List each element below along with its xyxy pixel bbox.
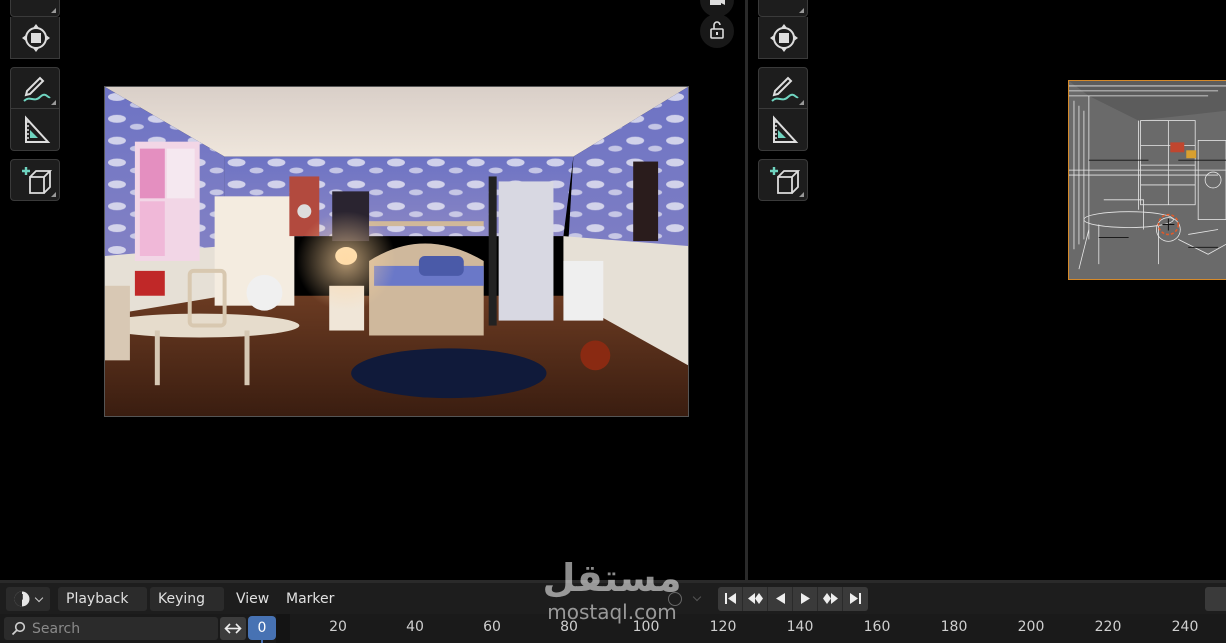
view-menu[interactable]: View — [228, 587, 277, 611]
jump-to-end-icon — [850, 593, 861, 604]
add-cube-icon — [22, 167, 52, 194]
search-field[interactable] — [4, 617, 218, 640]
jump-to-end-button[interactable] — [843, 587, 868, 611]
playback-menu-label: Playback — [66, 591, 129, 607]
playback-controls — [718, 587, 868, 611]
transform-pivot-icon — [22, 24, 50, 52]
timeline-options-button[interactable] — [1205, 587, 1226, 611]
transform-icon — [768, 0, 800, 11]
play-reverse-button[interactable] — [768, 587, 793, 611]
chevron-down-icon — [692, 592, 702, 602]
transform-tool-button[interactable] — [10, 0, 60, 17]
record-icon — [668, 592, 682, 606]
keying-menu[interactable]: Keying — [150, 587, 224, 627]
play-button[interactable] — [793, 587, 818, 611]
frame-tick: 120 — [709, 619, 737, 635]
frame-tick: 100 — [632, 619, 660, 635]
lock-icon — [710, 21, 724, 39]
auto-keying-toggle[interactable] — [660, 587, 710, 611]
timeline-ruler[interactable]: 0 20 40 60 80 100 120 140 160 180 200 22… — [0, 614, 1226, 643]
play-icon — [801, 593, 810, 604]
play-reverse-icon — [776, 593, 785, 604]
add-cube-tool-button[interactable] — [758, 159, 808, 201]
view-menu-label: View — [236, 591, 270, 607]
jump-to-keyframe-next-icon — [823, 593, 838, 604]
playback-menu[interactable]: Playback — [58, 587, 147, 627]
frame-tick: 140 — [786, 619, 814, 635]
jump-to-prev-keyframe-button[interactable] — [743, 587, 768, 611]
frame-tick: 200 — [1017, 619, 1045, 635]
camera-icon — [710, 0, 725, 5]
keying-menu-label: Keying — [158, 591, 206, 607]
ruler-shade — [276, 614, 290, 643]
measure-tool-button[interactable] — [758, 109, 808, 151]
frame-tick: 40 — [406, 619, 424, 635]
transform-icon — [20, 0, 52, 11]
wireframe-scene-preview[interactable] — [1068, 80, 1226, 280]
rendered-scene-preview — [104, 86, 689, 417]
search-input[interactable] — [32, 617, 212, 640]
chevron-down-icon — [34, 593, 44, 603]
search-icon — [11, 621, 26, 636]
editor-type-selector[interactable] — [6, 587, 50, 611]
current-frame-indicator[interactable]: 0 — [248, 616, 276, 640]
add-cube-tool-button[interactable] — [10, 159, 60, 201]
annotate-icon — [23, 76, 51, 102]
frame-tick: 180 — [940, 619, 968, 635]
frame-tick: 220 — [1094, 619, 1122, 635]
annotate-icon — [771, 76, 799, 102]
transform-tool-button[interactable] — [758, 0, 808, 17]
rendered-bedroom-image — [105, 87, 688, 416]
lock-camera-button[interactable] — [700, 14, 734, 48]
timeline-header: Playback Keying View Marker — [0, 583, 1226, 627]
transform-pivot-tool-button[interactable] — [758, 17, 808, 59]
jump-to-start-button[interactable] — [718, 587, 743, 611]
clock-icon — [14, 591, 30, 607]
transform-pivot-icon — [770, 24, 798, 52]
marker-menu-label: Marker — [286, 591, 335, 607]
measure-icon — [25, 115, 51, 143]
frame-tick: 80 — [560, 619, 578, 635]
viewport-left[interactable] — [0, 0, 745, 580]
transform-pivot-tool-button[interactable] — [10, 17, 60, 59]
jump-to-next-keyframe-button[interactable] — [818, 587, 843, 611]
frame-tick: 60 — [483, 619, 501, 635]
add-cube-icon — [770, 167, 800, 194]
horizontal-arrows-icon — [224, 623, 242, 634]
frame-tick: 160 — [863, 619, 891, 635]
measure-icon — [773, 115, 799, 143]
jump-to-keyframe-prev-icon — [748, 593, 763, 604]
sync-visible-range-button[interactable] — [220, 617, 246, 640]
frame-tick: 240 — [1171, 619, 1199, 635]
wireframe-bedroom-image — [1069, 81, 1226, 279]
marker-menu[interactable]: Marker — [278, 587, 342, 611]
annotate-tool-button[interactable] — [758, 67, 808, 109]
annotate-tool-button[interactable] — [10, 67, 60, 109]
frame-tick: 20 — [329, 619, 347, 635]
measure-tool-button[interactable] — [10, 109, 60, 151]
jump-to-start-icon — [725, 593, 736, 604]
